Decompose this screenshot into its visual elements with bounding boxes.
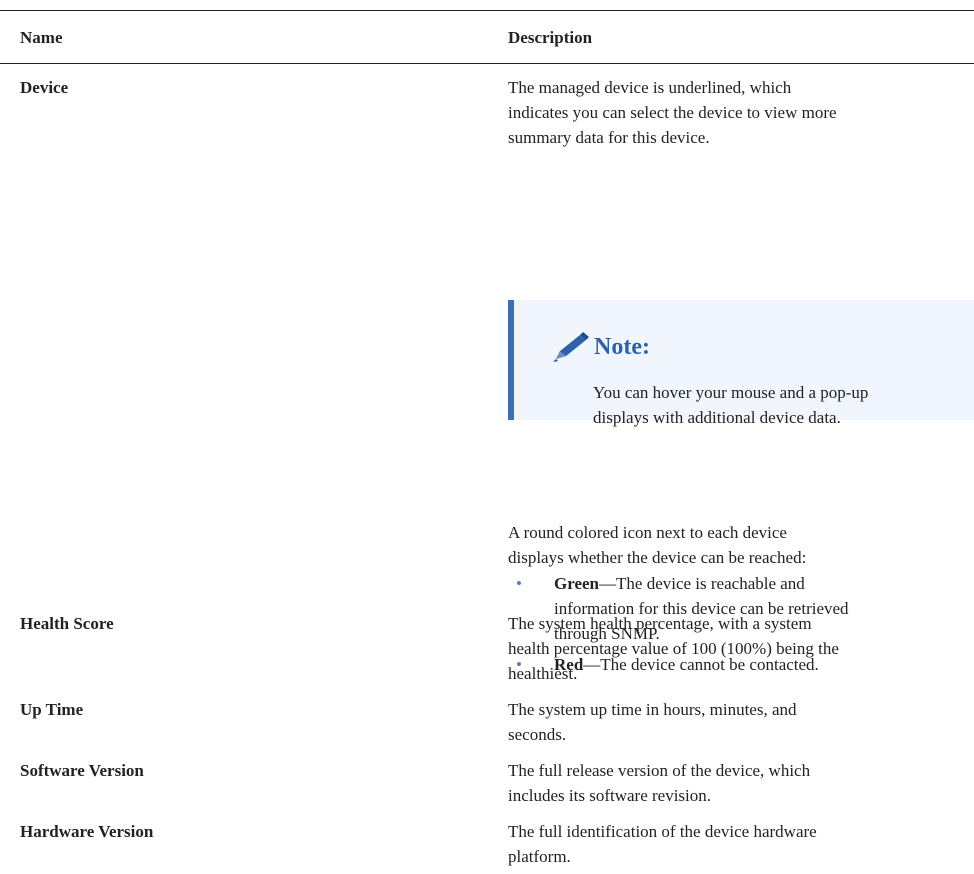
row-description: The system health percentage, with a sys… (508, 614, 839, 683)
bullet-term: Green (554, 574, 600, 593)
row-description: The managed device is underlined, which … (508, 78, 837, 147)
row-name: Device (20, 78, 69, 97)
row-name: Up Time (20, 700, 84, 719)
parameter-table: Name Description (0, 10, 974, 64)
table-header: Name Description (0, 11, 974, 64)
row-description: The full release version of the device, … (508, 761, 811, 805)
header-name: Name (20, 28, 63, 47)
pencil-icon (553, 332, 589, 362)
row-name: Health Score (20, 614, 114, 633)
row-description: The system up time in hours, minutes, an… (508, 700, 797, 744)
intro-line: A round colored icon next to each device (508, 523, 787, 542)
row-name: Hardware Version (20, 822, 154, 841)
note-body: You can hover your mouse and a pop-up di… (593, 383, 869, 427)
intro-line: displays whether the device can be reach… (508, 548, 807, 567)
note-box: Note: You can hover your mouse and a pop… (508, 300, 974, 427)
row-name: Software Version (20, 761, 144, 780)
row-description: The full identification of the device ha… (508, 822, 817, 866)
note-title: Note: (550, 331, 650, 363)
header-description: Description (508, 28, 593, 47)
bullet-dot-icon: • (516, 574, 522, 593)
